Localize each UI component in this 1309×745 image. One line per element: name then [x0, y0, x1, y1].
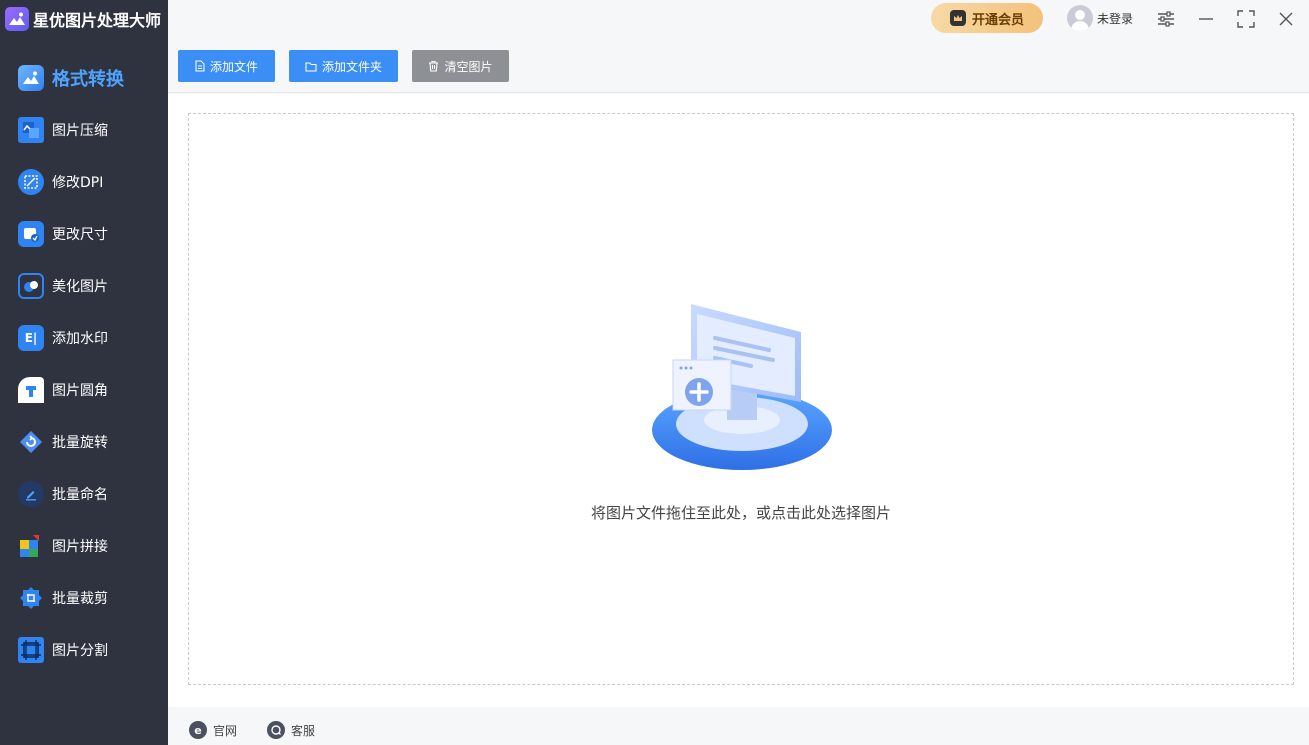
- rotate-icon: [18, 429, 44, 455]
- sidebar-item-label: 格式转换: [52, 69, 124, 90]
- split-icon: [18, 637, 44, 663]
- upload-monitor-illustration: [652, 304, 832, 470]
- title-bar: 开通会员 未登录: [168, 0, 1309, 38]
- browser-e-icon: e: [189, 721, 207, 739]
- crop-icon: [18, 585, 44, 611]
- file-icon: [195, 60, 205, 72]
- sidebar-item-round-corner[interactable]: 图片圆角: [0, 364, 168, 416]
- user-label: 未登录: [1097, 11, 1134, 26]
- round-corner-icon: [18, 377, 44, 403]
- sidebar-nav: 格式转换 图片压缩 修改DPI 更改尺寸 美化图片 E| 添加水印 图片圆角 批…: [0, 52, 168, 676]
- user-login[interactable]: 未登录: [1067, 5, 1133, 31]
- minimize-icon: [1199, 18, 1213, 20]
- sidebar-item-beautify[interactable]: 美化图片: [0, 260, 168, 312]
- clear-images-button[interactable]: 清空图片: [412, 50, 509, 82]
- footer: e 官网 客服: [168, 707, 1309, 745]
- sidebar-item-rotate[interactable]: 批量旋转: [0, 416, 168, 468]
- sidebar-item-split[interactable]: 图片分割: [0, 624, 168, 676]
- minimize-button[interactable]: [1195, 8, 1217, 30]
- drop-zone[interactable]: 将图片文件拖住至此处，或点击此处选择图片: [188, 113, 1294, 685]
- support-link[interactable]: 客服: [267, 721, 315, 739]
- main-area: 将图片文件拖住至此处，或点击此处选择图片: [168, 94, 1309, 707]
- close-icon: [1279, 12, 1293, 26]
- toolbar: 添加文件 添加文件夹 清空图片: [168, 38, 1309, 93]
- watermark-icon: E|: [18, 325, 44, 351]
- splice-icon: [18, 533, 44, 559]
- sidebar-item-splice[interactable]: 图片拼接: [0, 520, 168, 572]
- sidebar-item-dpi[interactable]: 修改DPI: [0, 156, 168, 208]
- beautify-icon: [18, 273, 44, 299]
- add-folder-button[interactable]: 添加文件夹: [289, 50, 398, 82]
- sidebar-item-format-convert[interactable]: 格式转换: [0, 52, 168, 104]
- settings-button[interactable]: [1155, 8, 1177, 30]
- website-link[interactable]: e 官网: [189, 721, 237, 739]
- sidebar-item-rename[interactable]: 批量命名: [0, 468, 168, 520]
- support-chat-icon: [267, 721, 285, 739]
- sidebar-item-resize[interactable]: 更改尺寸: [0, 208, 168, 260]
- settings-sliders-icon: [1158, 11, 1174, 27]
- maximize-button[interactable]: [1235, 8, 1257, 30]
- vip-button[interactable]: 开通会员: [931, 3, 1043, 33]
- format-convert-icon: [18, 65, 44, 91]
- app-title-bar: 星优图片处理大师: [0, 0, 168, 38]
- trash-icon: [428, 60, 439, 72]
- resize-icon: [18, 221, 44, 247]
- vip-crown-icon: [949, 10, 966, 26]
- sidebar: 星优图片处理大师 格式转换 图片压缩 修改DPI 更改尺寸 美化图片 E| 添加…: [0, 0, 168, 745]
- sidebar-item-crop[interactable]: 批量裁剪: [0, 572, 168, 624]
- fullscreen-icon: [1237, 10, 1255, 28]
- add-file-button[interactable]: 添加文件: [178, 50, 275, 82]
- close-button[interactable]: [1275, 8, 1297, 30]
- sidebar-item-compress[interactable]: 图片压缩: [0, 104, 168, 156]
- avatar: [1067, 5, 1093, 31]
- sidebar-item-watermark[interactable]: E| 添加水印: [0, 312, 168, 364]
- app-name: 星优图片处理大师: [33, 11, 162, 30]
- compress-icon: [18, 117, 44, 143]
- folder-icon: [305, 61, 317, 72]
- rename-icon: [18, 481, 44, 507]
- app-logo-icon: [5, 7, 29, 31]
- drop-hint-text: 将图片文件拖住至此处，或点击此处选择图片: [590, 504, 891, 522]
- dpi-icon: [18, 169, 44, 195]
